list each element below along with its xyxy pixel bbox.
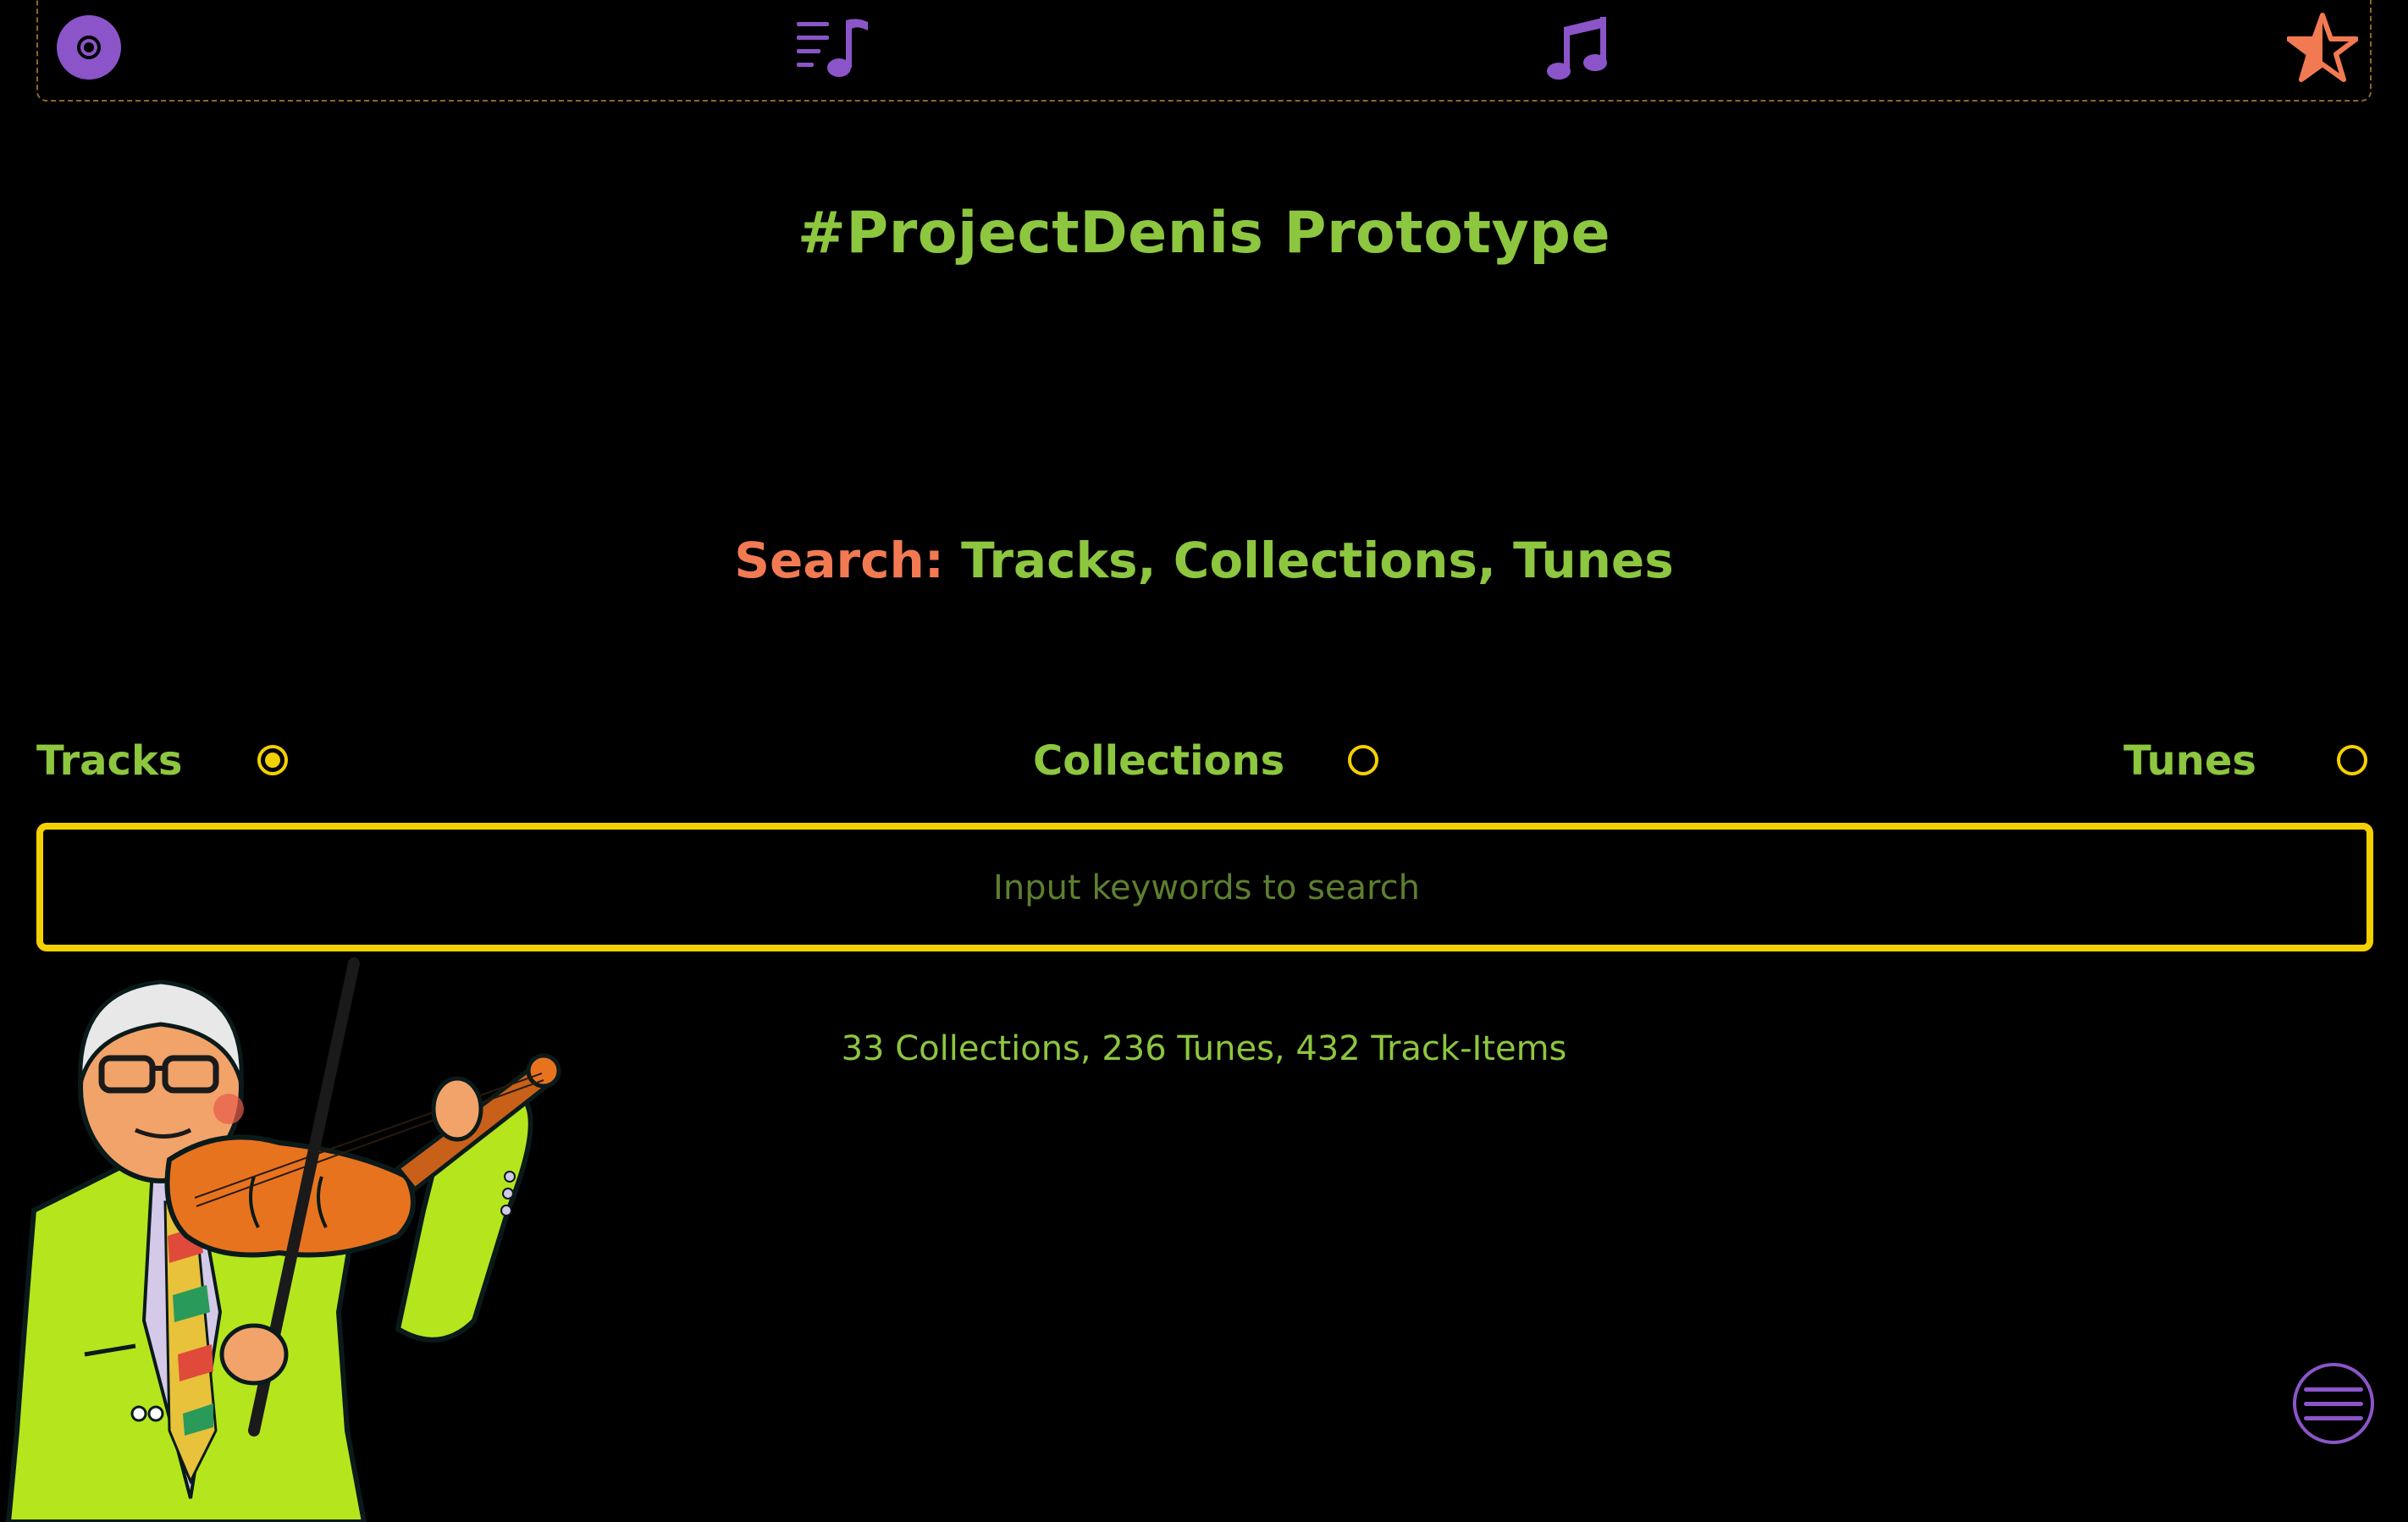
option-tunes-radio[interactable] — [2337, 745, 2367, 775]
disc-icon[interactable] — [53, 12, 124, 83]
search-input[interactable] — [43, 830, 2370, 946]
menu-line — [2304, 1415, 2363, 1420]
page: #ProjectDenis Prototype Search: Tracks, … — [0, 0, 2408, 1522]
option-tracks-radio[interactable] — [257, 745, 288, 775]
music-note-icon[interactable] — [1542, 12, 1613, 83]
option-tracks-label[interactable]: Tracks — [36, 737, 182, 785]
menu-line — [2304, 1387, 2363, 1392]
top-nav — [36, 0, 2372, 102]
option-collections-label[interactable]: Collections — [1033, 737, 1284, 785]
star-icon[interactable] — [2287, 12, 2358, 83]
menu-line — [2304, 1401, 2363, 1406]
search-heading-targets: Tracks, Collections, Tunes — [943, 532, 1674, 589]
search-heading: Search: Tracks, Collections, Tunes — [0, 532, 2408, 589]
search-box — [36, 823, 2373, 951]
page-title: #ProjectDenis Prototype — [797, 200, 1611, 267]
search-type-options: Tracks Collections Tunes — [0, 732, 2408, 791]
fiddler-mascot-illustration — [0, 957, 576, 1522]
option-tunes-label[interactable]: Tunes — [2124, 737, 2256, 785]
option-collections-radio[interactable] — [1348, 745, 1378, 775]
search-heading-prefix: Search: — [734, 532, 944, 589]
playlist-icon[interactable] — [797, 12, 868, 83]
hamburger-menu-icon[interactable] — [2293, 1363, 2374, 1444]
